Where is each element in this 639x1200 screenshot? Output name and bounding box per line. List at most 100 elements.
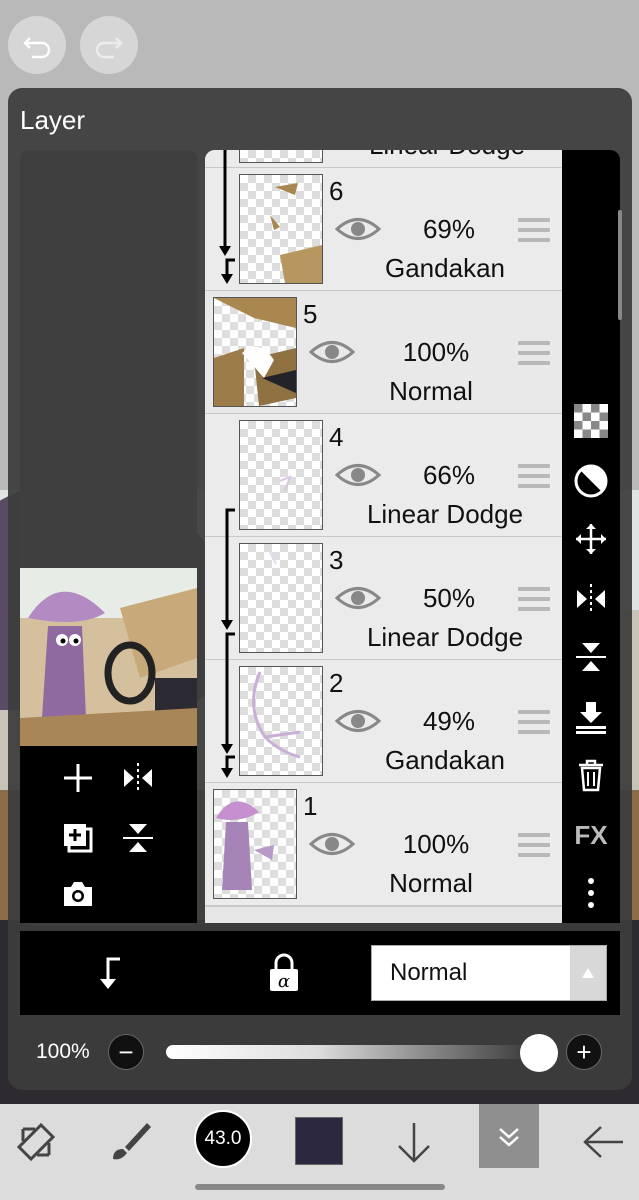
merge-down-icon xyxy=(576,702,606,734)
layer-controls xyxy=(20,746,197,923)
flip-vertical-layer-button[interactable] xyxy=(574,640,608,674)
duplicate-layer-button[interactable] xyxy=(56,816,100,860)
flip-horizontal-layer-button[interactable] xyxy=(574,582,608,616)
plus-icon: + xyxy=(576,1036,592,1067)
redo-icon xyxy=(95,37,123,59)
eye-icon[interactable] xyxy=(309,829,355,859)
arrow-left-icon xyxy=(583,1126,623,1158)
clipping-button[interactable] xyxy=(90,955,126,991)
alpha-lock-button[interactable]: α xyxy=(266,953,302,993)
checkerboard-icon xyxy=(574,404,608,438)
camera-icon xyxy=(64,882,92,906)
undo-button[interactable] xyxy=(8,16,66,74)
canvas-thumbnail[interactable] xyxy=(20,568,197,746)
collapse-button[interactable] xyxy=(479,1104,539,1168)
more-vertical-icon xyxy=(588,878,594,908)
fx-button[interactable]: FX xyxy=(571,818,611,852)
scrollbar[interactable] xyxy=(618,210,622,320)
opacity-decrease-button[interactable]: − xyxy=(108,1034,144,1070)
drag-handle-icon[interactable] xyxy=(518,833,550,857)
flip-vertical-button[interactable] xyxy=(116,816,160,860)
minus-icon: − xyxy=(118,1036,134,1067)
layer-number: 1 xyxy=(303,791,318,821)
flip-horizontal-button[interactable] xyxy=(116,756,160,800)
add-layer-button[interactable] xyxy=(56,756,100,800)
move-button[interactable] xyxy=(574,522,608,556)
transform-icon xyxy=(16,1122,56,1162)
trash-icon xyxy=(579,759,603,792)
opacity-label: 100% xyxy=(36,1040,90,1063)
layer-number: 4 xyxy=(329,422,344,452)
flip-vertical-icon xyxy=(576,643,606,671)
redo-button[interactable] xyxy=(80,16,138,74)
layer-blend-mode: Normal xyxy=(389,376,473,406)
layer-opacity: 49% xyxy=(422,706,476,736)
layer-opacity: 100% xyxy=(402,829,470,859)
layer-thumbnail xyxy=(239,174,323,284)
layer-blend-mode: Linear Dodge xyxy=(366,622,524,652)
arrow-down-icon xyxy=(398,1123,430,1163)
layer-opacity: 50% xyxy=(422,583,476,613)
plus-icon xyxy=(64,764,92,792)
layer-number: 2 xyxy=(329,668,344,698)
layer-row[interactable]: 4 66% Linear Dodge xyxy=(205,414,562,538)
layer-row[interactable]: 6 69% Gandakan xyxy=(205,168,562,292)
eye-icon[interactable] xyxy=(335,583,381,613)
layer-blend-mode: Normal xyxy=(389,868,473,898)
color-swatch[interactable] xyxy=(295,1117,343,1165)
contrast-icon xyxy=(574,464,608,498)
panel-title: Layer xyxy=(20,105,86,135)
move-icon xyxy=(576,524,606,554)
layer-number: 5 xyxy=(303,299,318,329)
brush-size-indicator[interactable]: 43.0 xyxy=(194,1110,252,1168)
layer-list[interactable]: Linear Dodge 6 69% Gandakan 5 100% Norma… xyxy=(205,150,562,923)
layer-thumbnail xyxy=(239,420,323,530)
clip-arrow-icon xyxy=(100,957,120,989)
layer-thumbnail xyxy=(239,666,323,776)
drag-handle-icon[interactable] xyxy=(518,218,550,242)
flip-horizontal-icon xyxy=(577,584,605,614)
home-indicator xyxy=(195,1184,445,1190)
layer-row[interactable]: 1 100% Normal xyxy=(205,783,562,907)
undo-icon xyxy=(23,37,51,59)
transparency-button[interactable] xyxy=(574,404,608,438)
delete-layer-button[interactable] xyxy=(574,758,608,792)
eye-icon[interactable] xyxy=(335,706,381,736)
drag-handle-icon[interactable] xyxy=(518,587,550,611)
drag-handle-icon[interactable] xyxy=(518,464,550,488)
layer-opacity: 100% xyxy=(402,337,470,367)
layer-row[interactable]: Linear Dodge xyxy=(205,150,562,169)
opacity-increase-button[interactable]: + xyxy=(566,1034,602,1070)
mushroom-driver-illustration xyxy=(20,568,197,746)
layer-tools: FX xyxy=(562,150,622,923)
layer-opacity: 69% xyxy=(422,214,476,244)
eye-icon[interactable] xyxy=(309,337,355,367)
more-options-button[interactable] xyxy=(574,876,608,910)
layer-row[interactable]: 3 50% Linear Dodge xyxy=(205,537,562,661)
eye-icon[interactable] xyxy=(335,214,381,244)
merge-down-button[interactable] xyxy=(574,700,608,734)
drag-handle-icon[interactable] xyxy=(518,710,550,734)
invert-button[interactable] xyxy=(574,464,608,498)
svg-text:α: α xyxy=(278,971,290,992)
layer-thumbnail xyxy=(239,150,323,163)
opacity-slider-knob[interactable] xyxy=(520,1034,558,1072)
flip-horizontal-icon xyxy=(124,763,152,793)
layer-blend-mode: Gandakan xyxy=(385,253,505,283)
alpha-lock-icon: α xyxy=(270,953,298,992)
opacity-slider[interactable] xyxy=(166,1045,542,1059)
back-button[interactable] xyxy=(578,1116,630,1168)
drag-handle-icon[interactable] xyxy=(518,341,550,365)
layer-blend-mode: Linear Dodge xyxy=(337,150,557,161)
blend-mode-value: Normal xyxy=(390,959,468,986)
layer-row[interactable]: 2 49% Gandakan xyxy=(205,660,562,784)
blend-mode-select[interactable]: Normal xyxy=(371,945,607,1001)
chevron-double-down-icon xyxy=(499,1128,519,1147)
brush-tool-button[interactable] xyxy=(104,1116,156,1168)
layer-opacity: 66% xyxy=(422,460,476,490)
eye-icon[interactable] xyxy=(335,460,381,490)
layer-row-selected[interactable]: 5 100% Normal xyxy=(205,291,562,415)
camera-button[interactable] xyxy=(56,872,100,916)
transform-tool-button[interactable] xyxy=(10,1116,62,1168)
layer-down-button[interactable] xyxy=(388,1116,440,1168)
